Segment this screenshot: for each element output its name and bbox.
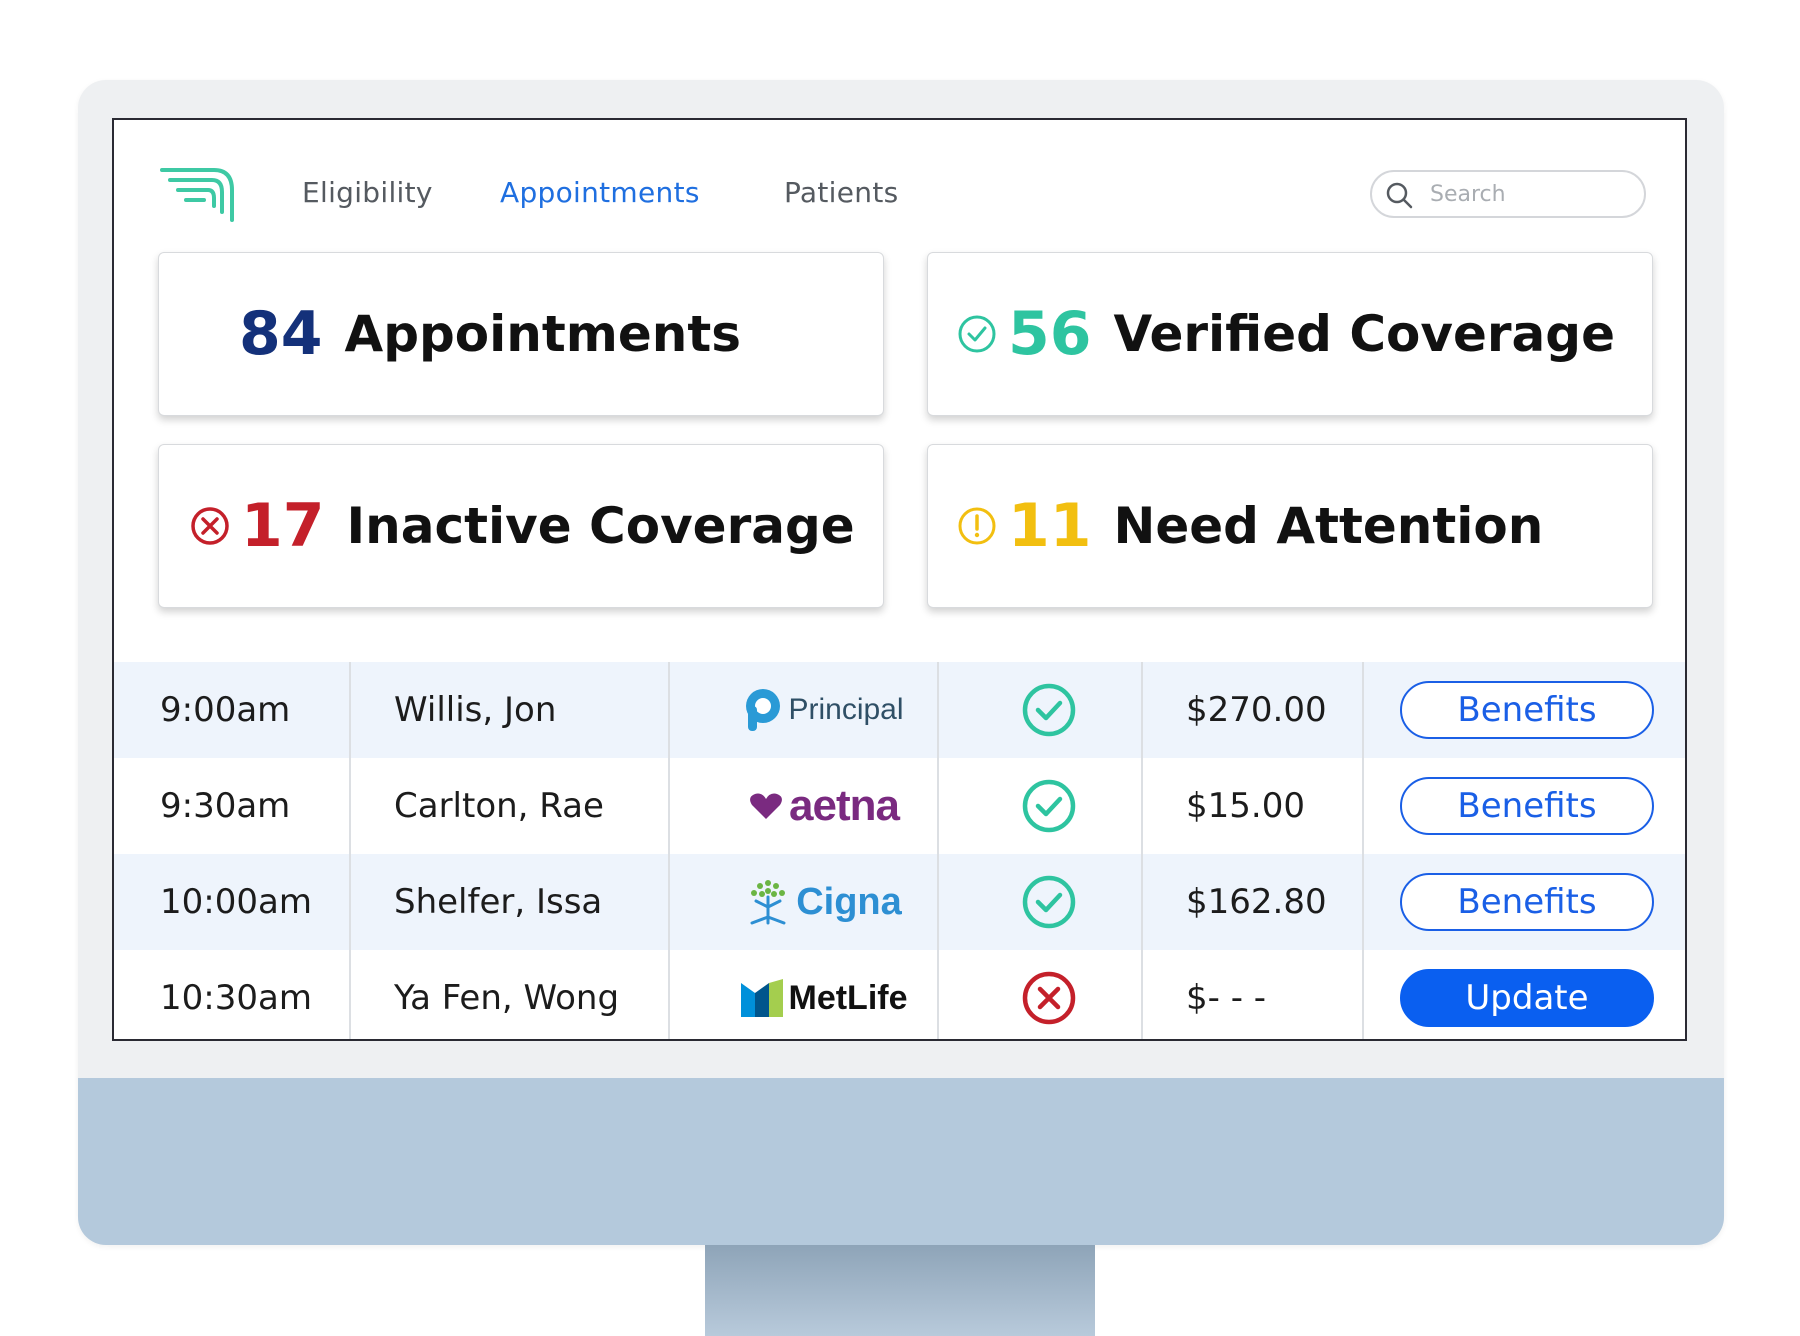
appointment-time: 9:30am bbox=[160, 786, 291, 826]
tree-logo-icon bbox=[750, 880, 786, 925]
nav-patients[interactable]: Patients bbox=[784, 176, 898, 209]
insurer-name: aetna bbox=[789, 781, 900, 830]
stat-card-appointments[interactable]: 84 Appointments bbox=[158, 252, 884, 416]
stat-value: 56 bbox=[1008, 299, 1092, 369]
coverage-status bbox=[964, 854, 1134, 950]
x-circle-icon bbox=[1022, 971, 1076, 1025]
stat-card-inactive[interactable]: 17 Inactive Coverage bbox=[158, 444, 884, 608]
monitor-stand bbox=[705, 1245, 1095, 1336]
stat-card-verified[interactable]: 56 Verified Coverage bbox=[927, 252, 1653, 416]
nav-eligibility[interactable]: Eligibility bbox=[302, 176, 433, 209]
app-screen: Eligibility Appointments Patients Search… bbox=[112, 118, 1687, 1041]
patient-name: Ya Fen, Wong bbox=[394, 978, 620, 1018]
x-circle-icon bbox=[191, 507, 229, 545]
benefits-button[interactable]: Benefits bbox=[1400, 777, 1654, 835]
stat-value: 17 bbox=[241, 491, 325, 561]
insurer-logo: MetLife bbox=[714, 950, 934, 1039]
nav-appointments[interactable]: Appointments bbox=[500, 176, 700, 209]
appointment-time: 10:00am bbox=[160, 882, 312, 922]
wing-logo-icon[interactable] bbox=[158, 164, 238, 224]
stat-label: Verified Coverage bbox=[1113, 305, 1616, 363]
stat-value: 11 bbox=[1008, 491, 1092, 561]
patient-name: Carlton, Rae bbox=[394, 786, 604, 826]
column-divider bbox=[1362, 662, 1364, 1039]
column-divider bbox=[349, 662, 351, 1039]
search-icon bbox=[1386, 182, 1413, 209]
heart-logo-icon bbox=[750, 793, 782, 819]
search-input[interactable]: Search bbox=[1370, 170, 1646, 218]
column-divider bbox=[668, 662, 670, 1039]
coverage-status bbox=[964, 950, 1134, 1039]
appointment-time: 9:00am bbox=[160, 690, 291, 730]
action-cell: Update bbox=[1396, 950, 1658, 1039]
check-circle-icon bbox=[1022, 683, 1076, 737]
stat-label: Need Attention bbox=[1113, 497, 1544, 555]
benefit-amount: $- - - bbox=[1186, 978, 1267, 1018]
stat-value: 84 bbox=[239, 299, 323, 369]
stat-label: Appointments bbox=[344, 305, 742, 363]
stat-card-attention[interactable]: 11 Need Attention bbox=[927, 444, 1653, 608]
stat-label: Inactive Coverage bbox=[346, 497, 855, 555]
search-placeholder: Search bbox=[1430, 182, 1506, 207]
monitor-chin bbox=[78, 1078, 1724, 1245]
column-divider bbox=[1141, 662, 1143, 1039]
benefit-amount: $15.00 bbox=[1186, 786, 1305, 826]
insurer-logo: aetna bbox=[714, 758, 934, 854]
check-circle-icon bbox=[958, 315, 996, 353]
insurer-name: MetLife bbox=[788, 978, 908, 1017]
principal-logo-icon bbox=[746, 689, 781, 731]
update-button[interactable]: Update bbox=[1400, 969, 1654, 1027]
benefit-amount: $162.80 bbox=[1186, 882, 1327, 922]
insurer-name: Cigna bbox=[796, 880, 902, 923]
action-cell: Benefits bbox=[1396, 758, 1658, 854]
coverage-status bbox=[964, 758, 1134, 854]
insurer-name: Principal bbox=[788, 693, 904, 726]
alert-circle-icon bbox=[958, 507, 996, 545]
check-circle-icon bbox=[1022, 875, 1076, 929]
benefits-button[interactable]: Benefits bbox=[1400, 873, 1654, 931]
coverage-status bbox=[964, 662, 1134, 758]
action-cell: Benefits bbox=[1396, 854, 1658, 950]
action-cell: Benefits bbox=[1396, 662, 1658, 758]
insurer-logo: Cigna bbox=[714, 854, 934, 950]
benefits-button[interactable]: Benefits bbox=[1400, 681, 1654, 739]
patient-name: Shelfer, Issa bbox=[394, 882, 603, 922]
insurer-logo: Principal bbox=[714, 662, 934, 758]
check-circle-icon bbox=[1022, 779, 1076, 833]
patient-name: Willis, Jon bbox=[394, 690, 557, 730]
metlife-logo-icon bbox=[740, 979, 783, 1017]
column-divider bbox=[937, 662, 939, 1039]
appointment-time: 10:30am bbox=[160, 978, 312, 1018]
benefit-amount: $270.00 bbox=[1186, 690, 1327, 730]
